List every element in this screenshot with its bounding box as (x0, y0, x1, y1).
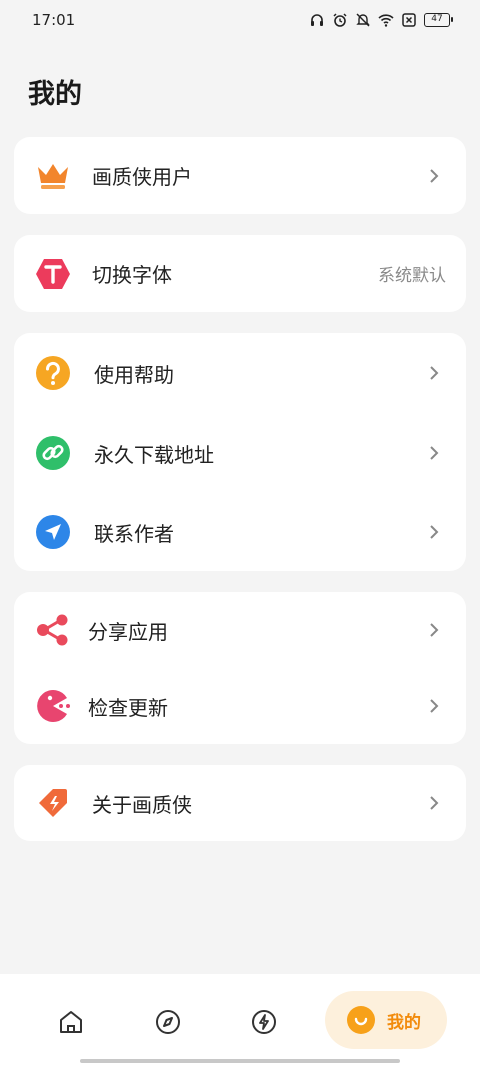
row-user[interactable]: 画质侠用户 (14, 137, 466, 214)
card-help: 使用帮助 永久下载地址 联系作者 (14, 333, 466, 571)
headphones-icon (311, 14, 323, 26)
send-icon (34, 513, 72, 551)
link-icon (34, 434, 72, 472)
smile-icon (347, 1006, 375, 1034)
tag-icon (34, 784, 72, 822)
compass-icon (156, 1010, 180, 1034)
tab-discover[interactable] (144, 998, 192, 1046)
card-font: 切换字体 系统默认 (14, 235, 466, 312)
share-icon (34, 611, 72, 649)
battery-level: 47 (431, 14, 443, 24)
row-contact[interactable]: 联系作者 (14, 493, 466, 571)
chevron-right-icon (430, 796, 439, 810)
pacman-icon (34, 687, 72, 725)
tab-boost[interactable] (240, 998, 288, 1046)
mute-icon (356, 13, 370, 27)
question-icon (34, 354, 72, 392)
row-download[interactable]: 永久下载地址 (14, 413, 466, 493)
home-indicator (80, 1059, 400, 1063)
row-contact-label: 联系作者 (94, 521, 174, 546)
status-time: 17:01 (32, 11, 76, 29)
row-help-label: 使用帮助 (94, 362, 174, 387)
card-user: 画质侠用户 (14, 137, 466, 214)
chevron-right-icon (430, 366, 439, 380)
row-font-value: 系统默认 (378, 266, 446, 286)
battery-icon: 47 (424, 13, 453, 27)
status-bar: 17:01 47 (0, 0, 480, 40)
row-help[interactable]: 使用帮助 (14, 333, 466, 413)
chevron-right-icon (430, 446, 439, 460)
card-about: 关于画质侠 (14, 765, 466, 841)
row-user-label: 画质侠用户 (92, 165, 192, 189)
home-icon (60, 1011, 82, 1033)
row-download-label: 永久下载地址 (94, 442, 214, 467)
page-title: 我的 (28, 79, 82, 110)
chevron-right-icon (430, 623, 439, 637)
font-icon (34, 255, 72, 293)
tab-home[interactable] (47, 998, 95, 1046)
row-about[interactable]: 关于画质侠 (14, 765, 466, 841)
row-font-label: 切换字体 (92, 263, 172, 287)
tab-mine[interactable]: 我的 (325, 991, 447, 1049)
bottom-tab-bar: 我的 (0, 974, 480, 1066)
card-share: 分享应用 检查更新 (14, 592, 466, 744)
row-update[interactable]: 检查更新 (14, 668, 466, 744)
alarm-icon (333, 13, 347, 27)
crown-icon (34, 157, 72, 195)
row-share[interactable]: 分享应用 (14, 592, 466, 668)
chevron-right-icon (430, 168, 439, 183)
row-share-label: 分享应用 (88, 619, 168, 644)
sim-off-icon (402, 13, 416, 27)
lightning-icon (252, 1010, 276, 1034)
wifi-icon (378, 14, 394, 27)
row-about-label: 关于画质侠 (92, 792, 192, 817)
status-icons: 47 (309, 12, 453, 28)
row-update-label: 检查更新 (88, 695, 168, 720)
chevron-right-icon (430, 525, 439, 539)
row-font[interactable]: 切换字体 系统默认 (14, 235, 466, 312)
tab-mine-label: 我的 (387, 1012, 421, 1033)
chevron-right-icon (430, 699, 439, 713)
